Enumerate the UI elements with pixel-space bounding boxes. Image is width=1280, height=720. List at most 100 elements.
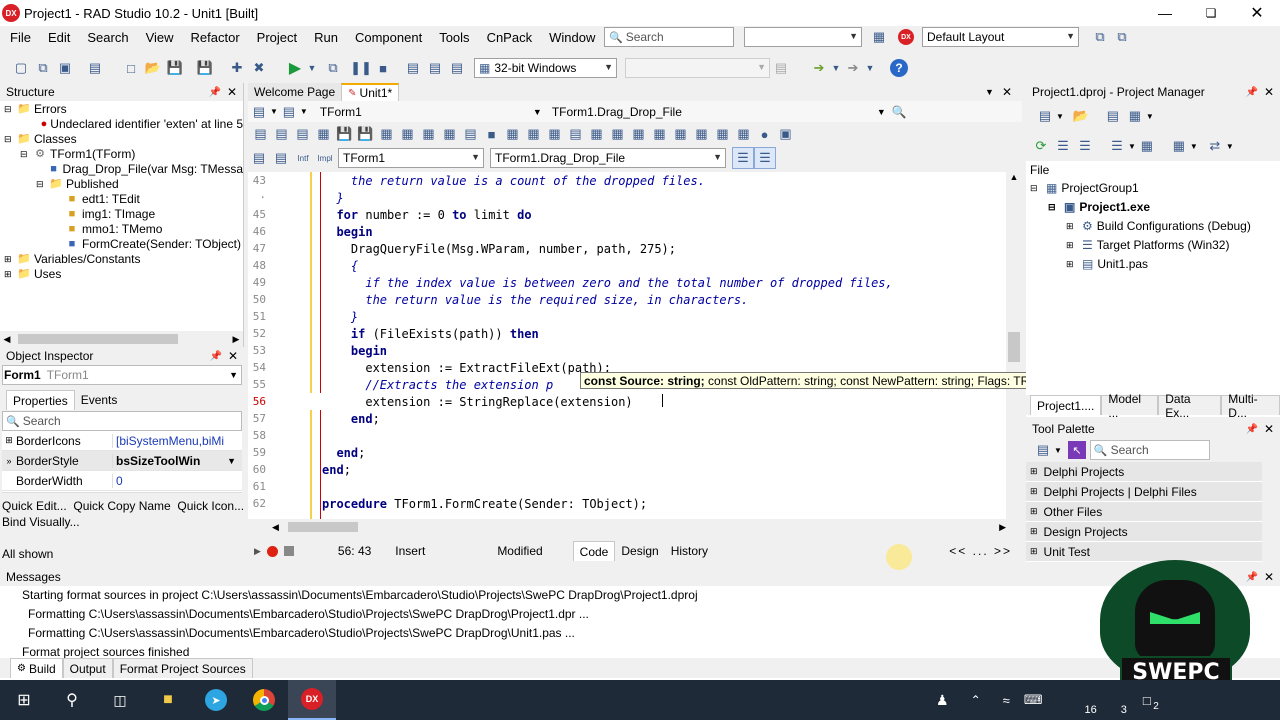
cnpack-tool-23-icon[interactable]: ▦ bbox=[712, 123, 733, 145]
tabs-dropdown-icon[interactable]: ▼ bbox=[985, 87, 994, 97]
cnpack-tool-5-icon[interactable]: 💾 bbox=[334, 123, 355, 145]
impl-icon[interactable]: Impl bbox=[314, 147, 336, 169]
structure-item[interactable]: ⊟ 📁 Classes bbox=[0, 132, 243, 147]
tab-format-project-sources[interactable]: Format Project Sources bbox=[112, 658, 253, 678]
property-row[interactable]: » BorderStyle bsSizeToolWin ▼ bbox=[2, 451, 242, 471]
platform-combo[interactable]: ▦ 32-bit Windows ▼ bbox=[474, 58, 617, 78]
structure-item[interactable]: ■ img1: TImage bbox=[0, 207, 243, 222]
pm-sync-icon[interactable]: ⇄ bbox=[1204, 135, 1226, 157]
expander-icon[interactable]: ⊟ bbox=[20, 147, 30, 162]
print-icon[interactable]: ▤ bbox=[278, 101, 300, 123]
keyboard-icon[interactable]: ⌨ bbox=[1024, 692, 1043, 708]
code-line[interactable]: 62 procedure TForm1.FormCreate(Sender: TO… bbox=[248, 495, 893, 512]
intf-icon[interactable]: Intf bbox=[292, 147, 314, 169]
editor-opt1-icon[interactable]: ▤ bbox=[248, 147, 270, 169]
expander-icon[interactable]: ⊞ bbox=[1066, 238, 1078, 253]
clock-date[interactable]: 3 bbox=[1121, 704, 1127, 716]
menu-window[interactable]: Window bbox=[549, 30, 595, 45]
expander-icon[interactable]: ⊞ bbox=[1066, 257, 1078, 272]
structure-item[interactable]: ⊟ ⚙ TForm1(TForm) bbox=[0, 147, 243, 162]
tab-project-manager[interactable]: Project1.... bbox=[1030, 395, 1102, 415]
telegram-icon[interactable]: ➤ bbox=[192, 689, 240, 711]
stop-icon[interactable]: ■ bbox=[372, 57, 394, 79]
menu-tools[interactable]: Tools bbox=[439, 30, 469, 45]
code-line[interactable]: 47 DragQueryFile(Msg.WParam, number, pat… bbox=[248, 240, 893, 257]
expander-icon[interactable]: ⊟ bbox=[1048, 200, 1060, 215]
structure-item[interactable]: ⊟ 📁 Errors bbox=[0, 102, 243, 117]
palette-search[interactable]: 🔍 Search bbox=[1089, 440, 1210, 460]
pause-icon[interactable]: ❚❚ bbox=[350, 57, 372, 79]
open-icon[interactable]: ⧉ bbox=[32, 57, 54, 79]
close-all-icon[interactable]: ▣ bbox=[54, 57, 76, 79]
expander-icon[interactable]: ⊞ bbox=[4, 252, 14, 267]
menu-project[interactable]: Project bbox=[257, 30, 297, 45]
code-line[interactable]: 56 extension := StringReplace(extension) bbox=[248, 393, 893, 410]
tab-output[interactable]: Output bbox=[62, 658, 113, 678]
notifications-icon[interactable]: □ 2 bbox=[1143, 693, 1159, 712]
minimize-button[interactable]: — bbox=[1142, 0, 1188, 26]
message-line[interactable]: Formatting C:\Users\assassin\Documents\E… bbox=[0, 605, 1280, 624]
cnpack-tool-14-icon[interactable]: ▦ bbox=[523, 123, 544, 145]
code-vscroll[interactable]: ▲ bbox=[1006, 172, 1022, 519]
palette-category[interactable]: ⊞ Unit Test bbox=[1026, 542, 1262, 562]
project-tree-item[interactable]: ⊟ ▦ ProjectGroup1 bbox=[1026, 179, 1280, 198]
class-combo[interactable]: TForm1 ▼ bbox=[338, 148, 484, 168]
chrome-icon[interactable] bbox=[240, 689, 288, 711]
code-editor[interactable]: 43 the return value is a count of the dr… bbox=[248, 172, 1006, 519]
forward-icon[interactable]: ➔ bbox=[842, 57, 864, 79]
tab-welcome-page[interactable]: Welcome Page bbox=[248, 83, 342, 101]
tab-design[interactable]: Design bbox=[615, 541, 665, 561]
sort-icon[interactable]: ☰ bbox=[754, 147, 776, 169]
save-all-icon[interactable]: 💾 bbox=[194, 57, 216, 79]
clock-time[interactable]: 16 bbox=[1085, 704, 1097, 716]
method-combo[interactable]: TForm1.Drag_Drop_File ▼ bbox=[490, 148, 726, 168]
cnpack-tool-25-icon[interactable]: ● bbox=[754, 123, 775, 145]
cnpack-tool-26-icon[interactable]: ▣ bbox=[775, 123, 796, 145]
open-project-icon[interactable]: 📂 bbox=[142, 57, 164, 79]
tab-events[interactable]: Events bbox=[74, 390, 124, 410]
menu-run[interactable]: Run bbox=[314, 30, 338, 45]
pm-deploy-icon[interactable]: ▦ bbox=[1168, 135, 1190, 157]
close-tab-icon[interactable]: ✕ bbox=[1002, 85, 1012, 99]
pin-icon[interactable]: 📌 bbox=[209, 351, 221, 362]
cnpack-tool-1-icon[interactable]: ▤ bbox=[250, 123, 271, 145]
expander-icon[interactable]: ⊟ bbox=[36, 177, 46, 192]
maximize-button[interactable]: ❏ bbox=[1188, 0, 1234, 26]
config-combo[interactable]: ▼ bbox=[744, 27, 862, 47]
record-macro-icon[interactable] bbox=[266, 545, 278, 557]
task-view-icon[interactable]: ◫ bbox=[96, 692, 144, 709]
editor-opt2-icon[interactable]: ▤ bbox=[270, 147, 292, 169]
code-line[interactable]: 46 begin bbox=[248, 223, 893, 240]
structure-item[interactable]: ■ mmo1: TMemo bbox=[0, 222, 243, 237]
switch-layout-icon[interactable]: ⧉ bbox=[1111, 26, 1133, 48]
menu-component[interactable]: Component bbox=[355, 30, 422, 45]
cnpack-tool-20-icon[interactable]: ▦ bbox=[649, 123, 670, 145]
structure-item[interactable]: ■ FormCreate(Sender: TObject) bbox=[0, 237, 243, 252]
play-macro-icon[interactable]: ▶ bbox=[254, 546, 261, 557]
menu-cnpack[interactable]: CnPack bbox=[487, 30, 533, 45]
expander-icon[interactable]: ⊟ bbox=[4, 102, 14, 117]
expander-icon[interactable]: ⊞ bbox=[4, 267, 14, 282]
method-combo-top[interactable]: TForm1.Drag_Drop_File ▼ bbox=[552, 105, 886, 119]
structure-hscroll[interactable]: ◀ ▶ bbox=[0, 331, 243, 347]
structure-item[interactable]: ⊞ 📁 Uses bbox=[0, 267, 243, 282]
stop-macro-icon[interactable] bbox=[283, 546, 294, 556]
wifi-icon[interactable]: ≈ bbox=[1003, 693, 1010, 708]
layout-combo[interactable]: Default Layout ▼ bbox=[922, 27, 1079, 47]
code-line[interactable]: 58 bbox=[248, 427, 893, 444]
file-explorer-icon[interactable]: ■ bbox=[144, 691, 192, 709]
code-line[interactable]: 50 the return value is the required size… bbox=[248, 291, 893, 308]
code-line[interactable]: 57 end; bbox=[248, 410, 893, 427]
pin-icon[interactable]: 📌 bbox=[1245, 87, 1257, 98]
cnpack-tool-8-icon[interactable]: ▦ bbox=[397, 123, 418, 145]
add-file-icon[interactable]: ✚ bbox=[226, 57, 248, 79]
tab-model-view[interactable]: Model ... bbox=[1101, 392, 1159, 420]
menu-file[interactable]: File bbox=[10, 30, 31, 45]
cnpack-tool-19-icon[interactable]: ▦ bbox=[628, 123, 649, 145]
nav-arrows[interactable]: << ... >> bbox=[949, 544, 1012, 558]
quick-links[interactable]: Quick Edit... Quick Copy Name Quick Icon… bbox=[0, 499, 244, 513]
editor-tools-icon[interactable]: ▤ bbox=[248, 101, 270, 123]
code-line[interactable]: 43 the return value is a count of the dr… bbox=[248, 172, 893, 189]
trace-into-icon[interactable]: ▤ bbox=[424, 57, 446, 79]
tools-icon[interactable]: ▦ bbox=[868, 26, 890, 48]
